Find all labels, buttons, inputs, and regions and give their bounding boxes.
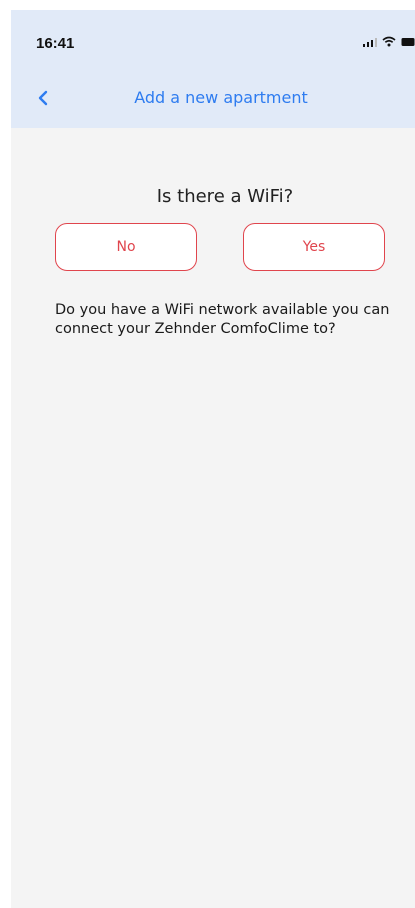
battery-icon [401, 37, 415, 46]
wifi-description: Do you have a WiFi network available you… [55, 302, 390, 337]
signal-icon [362, 37, 377, 47]
header: 16:41 Add a new apartment [11, 10, 415, 128]
phone-screen: 16:41 Add a new apartment Is there a WiF… [11, 10, 415, 908]
status-icons [362, 36, 415, 47]
question-heading: Is there a WiFi? [156, 186, 294, 207]
status-time: 16:41 [36, 35, 75, 52]
wifi-icon [382, 36, 396, 47]
no-button-label: No [116, 239, 136, 255]
page-title: Add a new apartment [134, 88, 308, 107]
yes-button-label: Yes [302, 239, 326, 255]
yes-button[interactable]: Yes [243, 223, 385, 271]
no-button[interactable]: No [55, 223, 197, 271]
